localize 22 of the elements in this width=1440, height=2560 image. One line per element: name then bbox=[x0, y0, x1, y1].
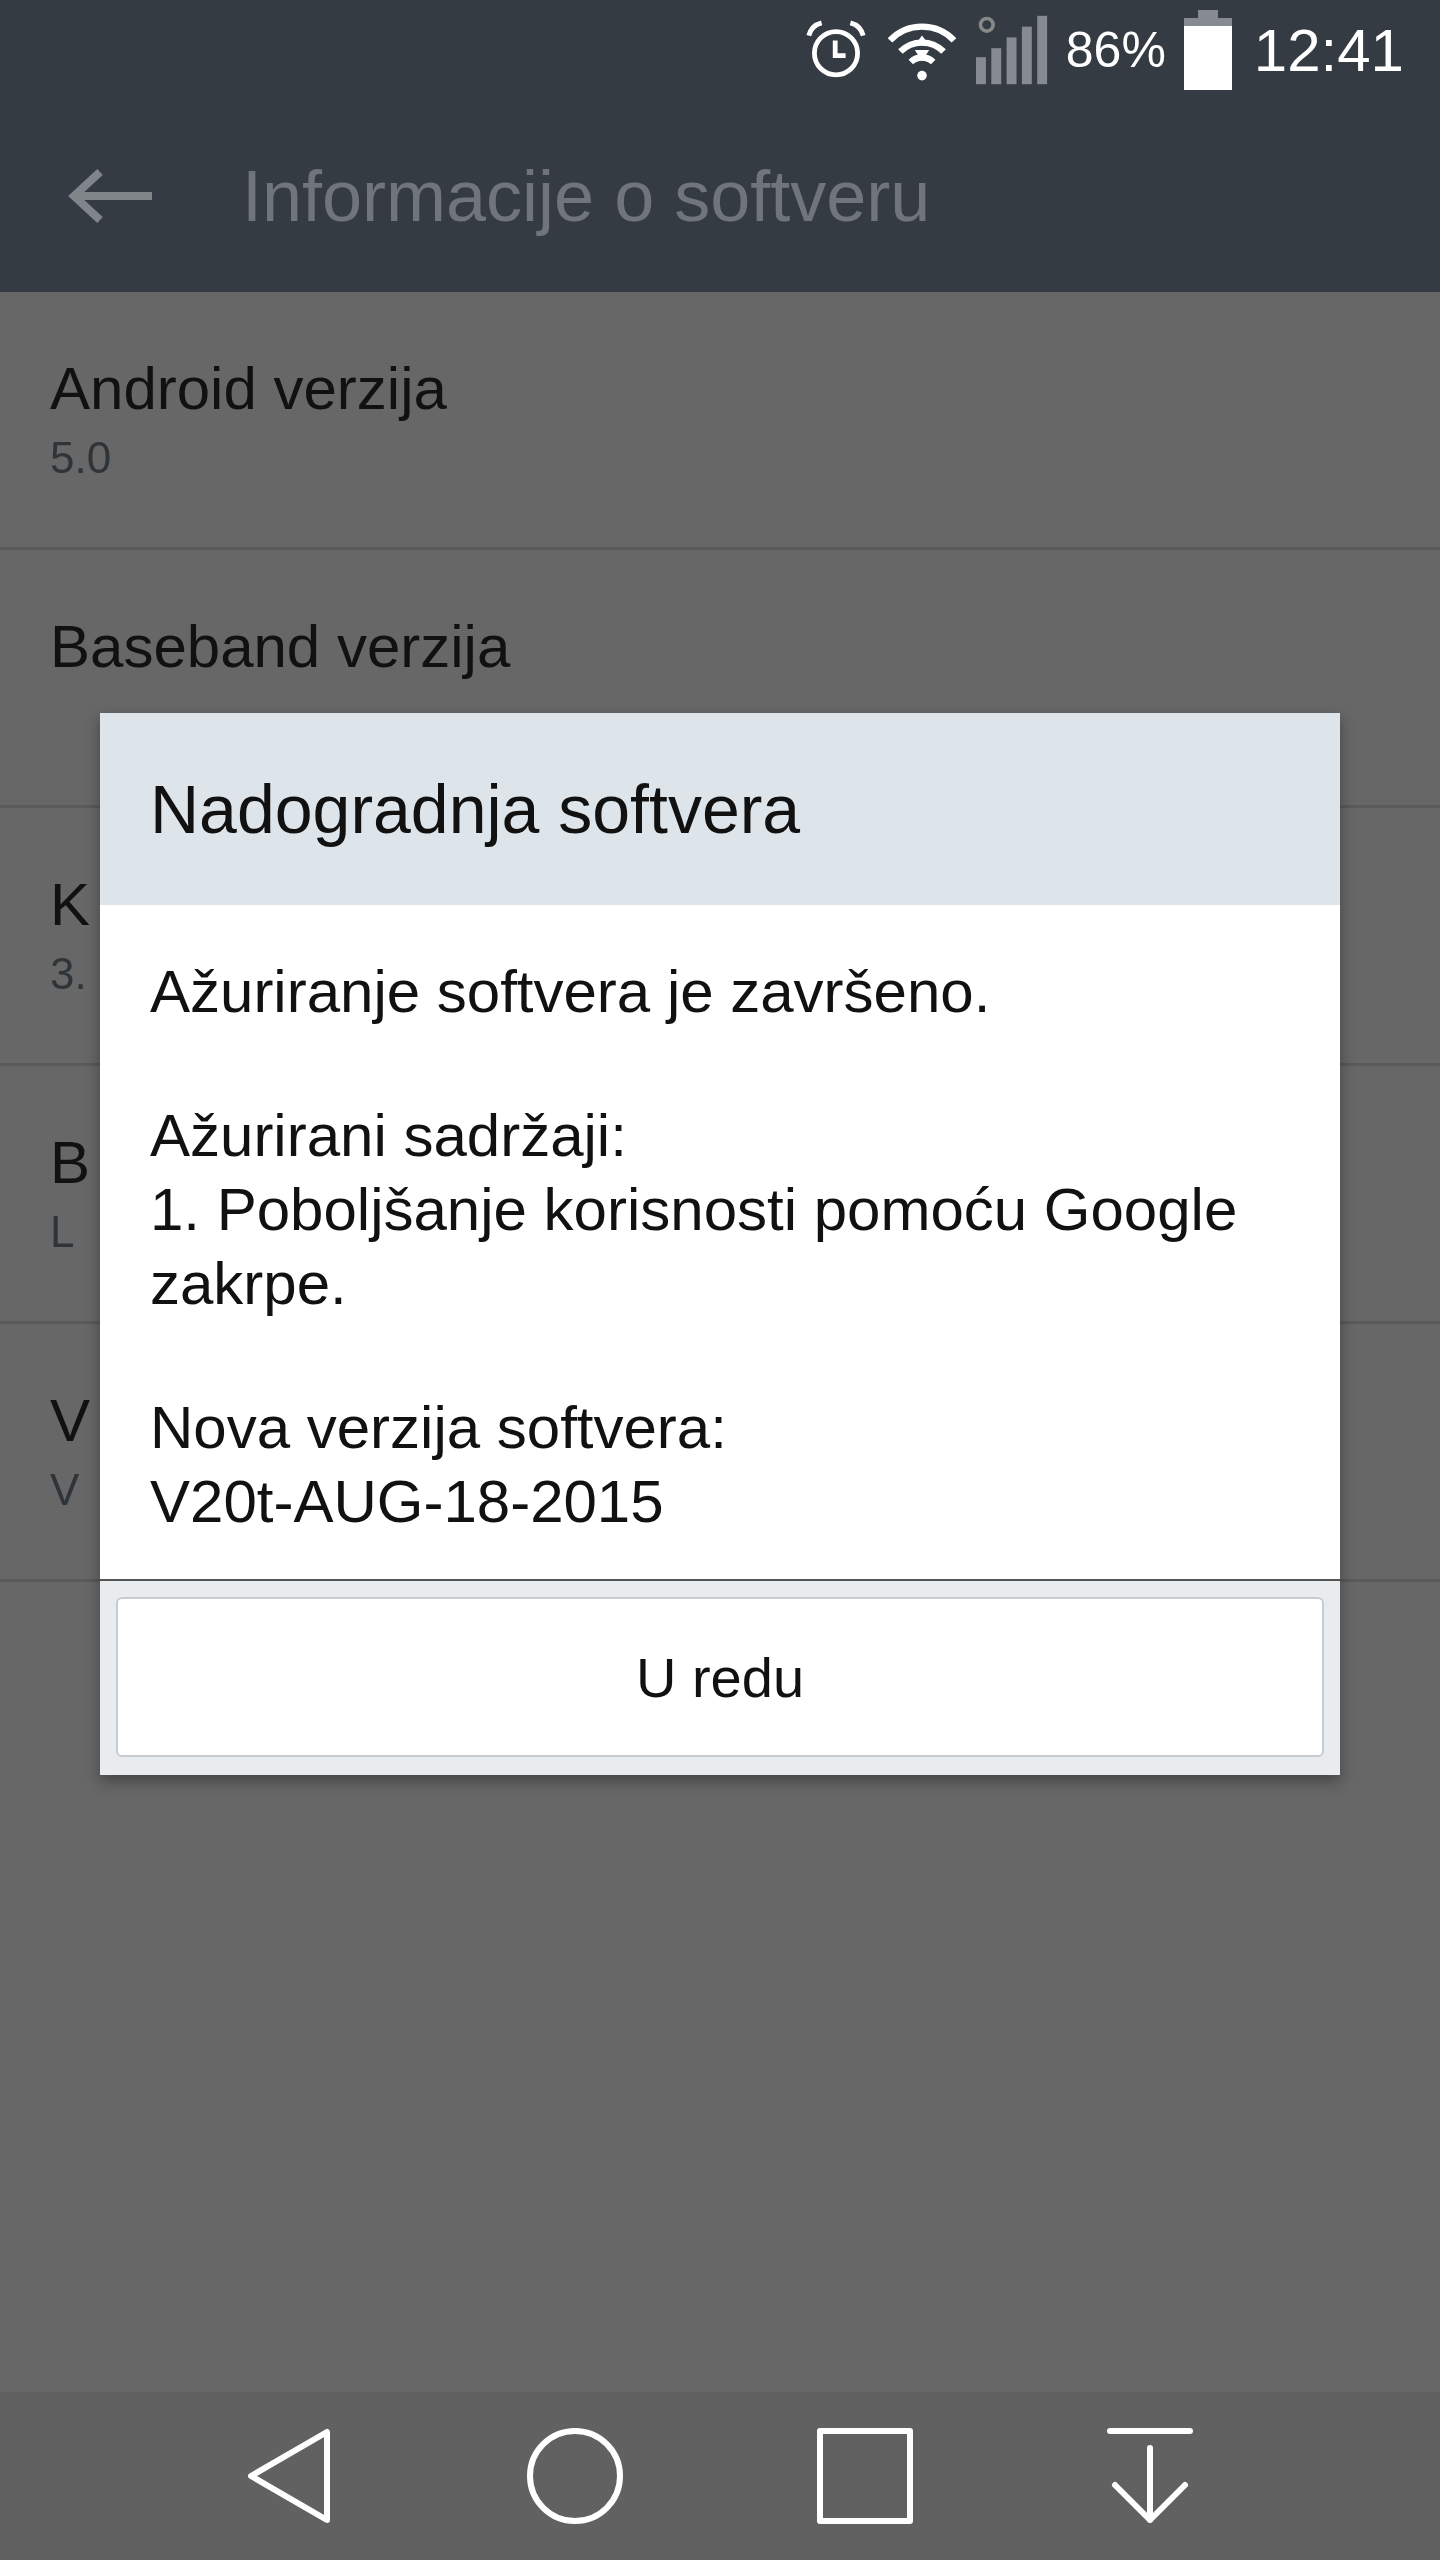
setting-title: Baseband verzija bbox=[50, 612, 511, 681]
clock-time: 12:41 bbox=[1253, 15, 1404, 85]
setting-value: L bbox=[50, 1207, 75, 1257]
setting-value: 5.0 bbox=[50, 433, 112, 483]
setting-value: V bbox=[50, 1465, 80, 1515]
download-arrow-icon[interactable] bbox=[1105, 2426, 1195, 2526]
screen-title: Informacije o softveru bbox=[242, 155, 931, 237]
ok-button[interactable]: U redu bbox=[116, 1597, 1324, 1757]
battery-percentage: 86% bbox=[1065, 21, 1166, 79]
dialog-title: Nadogradnja softvera bbox=[150, 770, 801, 848]
dialog-text: Ažurirani sadržaji: 1. Poboljšanje korisnosti pomoću Google zakrpe. bbox=[150, 1101, 1239, 1319]
dialog-text: Nova verzija softvera: V20t-AUG-18-2015 bbox=[150, 1393, 728, 1537]
signal-icon bbox=[975, 14, 1048, 86]
battery-icon bbox=[1183, 10, 1232, 90]
setting-title: V bbox=[50, 1386, 91, 1455]
setting-title: B bbox=[50, 1128, 91, 1197]
setting-value: 3. bbox=[50, 949, 87, 999]
dialog-text: Ažuriranje softvera je završeno. bbox=[150, 957, 992, 1027]
recent-apps-icon[interactable] bbox=[815, 2426, 915, 2526]
setting-title: Android verzija bbox=[50, 354, 447, 423]
setting-title: K bbox=[50, 870, 91, 939]
home-icon[interactable] bbox=[525, 2426, 625, 2526]
